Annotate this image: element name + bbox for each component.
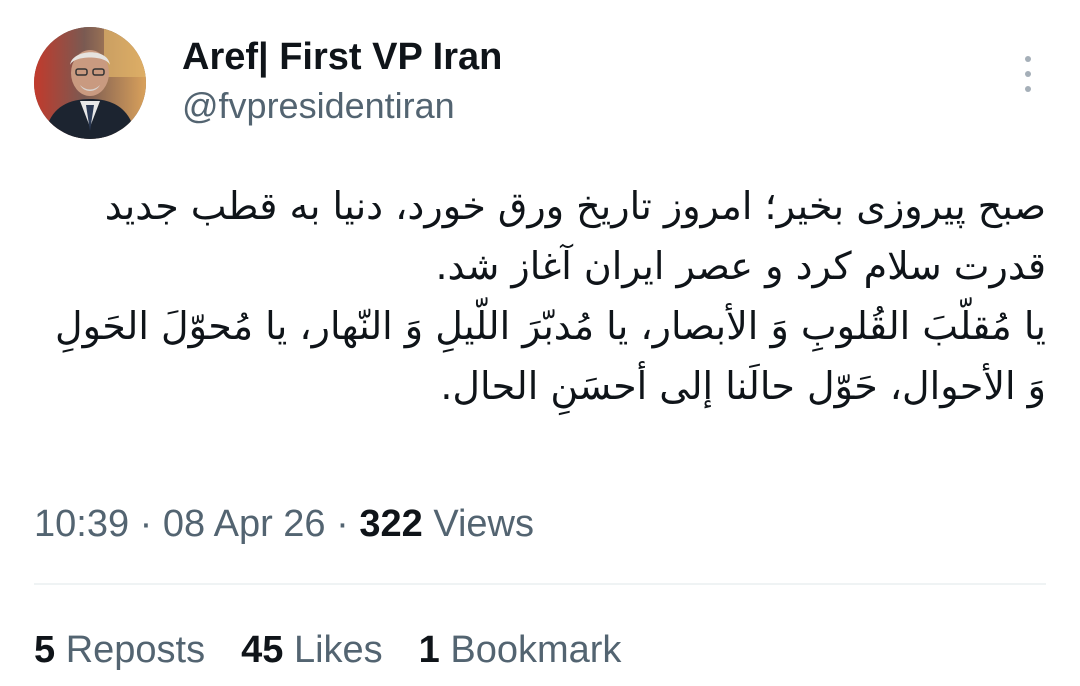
tweet-text: صبح پیروزی بخیر؛ امروز تاریخ ورق خورد، د… (36, 176, 1046, 416)
divider (34, 583, 1046, 585)
bookmarks-label: Bookmark (450, 629, 622, 671)
author-block: Aref| First VP Iran @fvpresidentiran (182, 34, 502, 128)
author-display-name[interactable]: Aref| First VP Iran (182, 34, 502, 80)
likes-count: 45 (241, 629, 284, 671)
avatar[interactable] (34, 27, 146, 139)
bookmarks-stat[interactable]: 1 Bookmark (419, 626, 622, 674)
likes-label: Likes (293, 629, 383, 671)
meta-separator: · (139, 503, 153, 545)
bookmarks-count: 1 (418, 629, 440, 671)
tweet-detail: Aref| First VP Iran @fvpresidentiran صبح… (0, 0, 1080, 686)
dot (1025, 56, 1031, 62)
meta-separator: · (336, 503, 349, 545)
reposts-count: 5 (34, 629, 56, 671)
reposts-stat[interactable]: 5 Reposts (34, 626, 205, 674)
views-label: Views (433, 503, 534, 545)
tweet-paragraph-1: صبح پیروزی بخیر؛ امروز تاریخ ورق خورد، د… (104, 184, 1046, 288)
profile-photo (34, 27, 146, 139)
tweet-time[interactable]: 10:39 (34, 503, 129, 545)
dot (1025, 71, 1031, 77)
more-vertical-icon[interactable] (1022, 56, 1034, 92)
likes-stat[interactable]: 45 Likes (241, 626, 383, 674)
reposts-label: Reposts (65, 629, 206, 671)
tweet-paragraph-2: یا مُقلّبَ القُلوبِ وَ الأبصار، یا مُدبّ… (54, 304, 1046, 408)
author-handle[interactable]: @fvpresidentiran (182, 84, 502, 128)
engagement-stats: 5 Reposts 45 Likes 1 Bookmark (34, 626, 621, 674)
views-count: 322 (359, 503, 423, 545)
dot (1025, 86, 1031, 92)
tweet-date[interactable]: 08 Apr 26 (163, 503, 326, 545)
tweet-meta: 10:39 · 08 Apr 26 · 322 Views (34, 500, 534, 548)
